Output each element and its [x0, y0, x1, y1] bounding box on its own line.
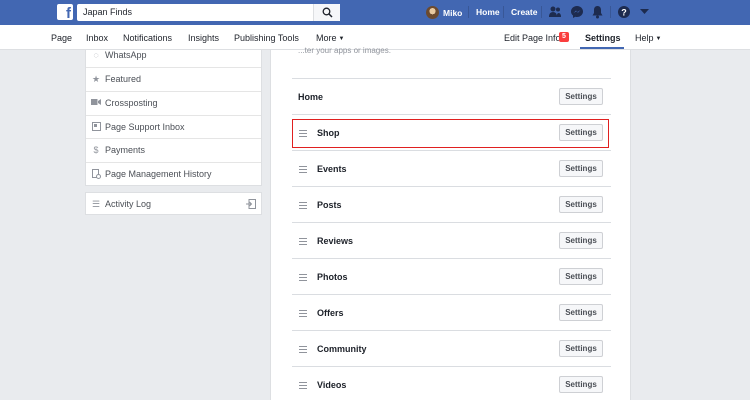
drag-handle-icon[interactable] — [299, 274, 307, 281]
tab-label: Home — [298, 92, 324, 102]
sidebar-item-label: WhatsApp — [105, 50, 147, 60]
svg-text:?: ? — [621, 8, 627, 18]
support-inbox-icon — [91, 122, 101, 132]
sidebar-item-crossposting[interactable]: Crossposting — [86, 91, 261, 114]
sidebar-item-label: Payments — [105, 145, 146, 155]
videos-settings-button[interactable]: Settings — [559, 376, 603, 393]
tab-label: Community — [317, 344, 367, 354]
community-settings-button[interactable]: Settings — [559, 340, 603, 357]
sidebar-item-featured[interactable]: ★ Featured — [86, 67, 261, 90]
tab-label: Offers — [317, 308, 344, 318]
tabs-settings-panel: ...ter your apps or images. Home Setting… — [270, 46, 631, 400]
account-menu-caret-icon[interactable] — [640, 9, 649, 15]
home-settings-button[interactable]: Settings — [559, 88, 603, 105]
search-input-value: Japan Finds — [83, 7, 133, 17]
tab-row-posts[interactable]: Posts Settings — [292, 186, 611, 222]
tab-row-offers[interactable]: Offers Settings — [292, 294, 611, 330]
posts-settings-button[interactable]: Settings — [559, 196, 603, 213]
nav-more-label: More — [316, 33, 337, 43]
drag-handle-icon[interactable] — [299, 130, 307, 137]
top-divider — [610, 6, 611, 18]
tab-row-events[interactable]: Events Settings — [292, 150, 611, 186]
drag-handle-icon[interactable] — [299, 382, 307, 389]
messenger-icon[interactable] — [570, 5, 584, 19]
sidebar-item-label: Activity Log — [105, 199, 152, 209]
reviews-settings-button[interactable]: Settings — [559, 232, 603, 249]
exit-icon — [246, 199, 256, 209]
avatar — [426, 6, 439, 19]
offers-settings-button[interactable]: Settings — [559, 304, 603, 321]
home-link[interactable]: Home — [476, 7, 500, 17]
sidebar-item-label: Page Support Inbox — [105, 122, 185, 132]
star-icon: ★ — [91, 74, 101, 84]
photos-settings-button[interactable]: Settings — [559, 268, 603, 285]
dollar-icon: $ — [93, 145, 99, 155]
shop-settings-button[interactable]: Settings — [559, 124, 603, 141]
active-tab-indicator — [580, 47, 624, 49]
drag-handle-icon[interactable] — [299, 202, 307, 209]
sidebar-item-page-support-inbox[interactable]: Page Support Inbox — [86, 115, 261, 138]
drag-handle-icon[interactable] — [299, 238, 307, 245]
nav-page[interactable]: Page — [51, 33, 72, 43]
drag-handle-icon[interactable] — [299, 166, 307, 173]
tab-row-reviews[interactable]: Reviews Settings — [292, 222, 611, 258]
search-input[interactable]: Japan Finds — [77, 4, 340, 21]
notifications-bell-icon[interactable] — [591, 5, 604, 19]
top-bar: f Japan Finds Miko Home Create ? — [0, 0, 750, 25]
drag-handle-icon[interactable] — [299, 310, 307, 317]
profile-name: Miko — [443, 7, 463, 18]
sidebar-item-payments[interactable]: $ Payments — [86, 138, 261, 161]
tab-label: Shop — [317, 128, 340, 138]
caret-down-icon: ▼ — [655, 36, 662, 42]
drag-handle-icon[interactable] — [299, 346, 307, 353]
sidebar-item-label: Featured — [105, 74, 142, 84]
nav-edit-page-info[interactable]: Edit Page Info — [504, 33, 561, 43]
top-divider — [541, 6, 542, 18]
nav-publishing-tools[interactable]: Publishing Tools — [234, 33, 299, 43]
tab-row-shop[interactable]: Shop Settings — [292, 114, 611, 150]
tab-label: Posts — [317, 200, 342, 210]
top-divider — [468, 6, 469, 18]
search-icon — [322, 7, 333, 18]
settings-sidebar: ◌ WhatsApp ★ Featured Crossposting Page … — [85, 50, 262, 186]
tab-label: Photos — [317, 272, 348, 282]
list-icon: ☰ — [91, 199, 101, 209]
whatsapp-icon: ◌ — [93, 50, 99, 60]
caret-down-icon: ▼ — [338, 36, 345, 42]
tab-row-community[interactable]: Community Settings — [292, 330, 611, 366]
sidebar-item-whatsapp[interactable]: ◌ WhatsApp — [86, 44, 261, 67]
nav-settings[interactable]: Settings — [585, 33, 621, 43]
top-divider — [503, 6, 504, 18]
edit-page-info-badge: 5 — [559, 32, 569, 42]
video-camera-icon — [91, 98, 101, 108]
facebook-logo-icon[interactable]: f — [57, 4, 73, 22]
section-description: ...ter your apps or images. — [298, 46, 391, 55]
sidebar-item-page-management-history[interactable]: Page Management History — [86, 162, 261, 185]
nav-notifications[interactable]: Notifications — [123, 33, 172, 43]
sidebar-item-activity-log[interactable]: ☰ Activity Log — [85, 192, 262, 215]
history-icon — [91, 169, 101, 179]
tab-label: Videos — [317, 380, 347, 390]
tab-label: Reviews — [317, 236, 354, 246]
tab-row-photos[interactable]: Photos Settings — [292, 258, 611, 294]
tab-label: Events — [317, 164, 347, 174]
sidebar-item-label: Page Management History — [105, 169, 212, 179]
tab-row-home: Home Settings — [292, 78, 611, 114]
help-question-icon[interactable]: ? — [617, 5, 631, 19]
search-button[interactable] — [313, 4, 340, 21]
create-link[interactable]: Create — [511, 7, 537, 17]
nav-more[interactable]: More ▼ — [316, 33, 344, 43]
sidebar-item-label: Crossposting — [105, 98, 158, 108]
nav-inbox[interactable]: Inbox — [86, 33, 108, 43]
events-settings-button[interactable]: Settings — [559, 160, 603, 177]
friend-requests-icon[interactable] — [548, 5, 562, 19]
nav-insights[interactable]: Insights — [188, 33, 219, 43]
nav-help[interactable]: Help ▼ — [635, 33, 661, 43]
profile-link[interactable]: Miko — [426, 5, 462, 20]
tab-row-videos[interactable]: Videos Settings — [292, 366, 611, 400]
nav-help-label: Help — [635, 33, 654, 43]
